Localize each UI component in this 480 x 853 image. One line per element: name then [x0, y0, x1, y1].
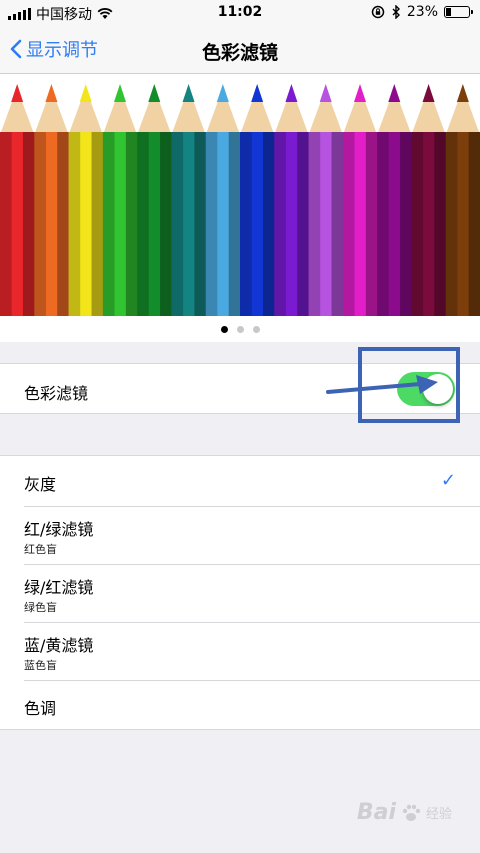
option-green-red[interactable]: 绿/红滤镜 绿色盲 [0, 565, 480, 623]
option-title: 色调 [24, 699, 57, 718]
baidu-watermark: Bai 经验 [357, 800, 452, 825]
nav-bar: 显示调节 色彩滤镜 [0, 26, 480, 74]
option-subtitle: 红色盲 [24, 543, 57, 556]
status-bar: 中国移动 11:02 23% [0, 0, 480, 26]
pencil [240, 84, 275, 316]
page-dot[interactable] [236, 325, 244, 333]
rotation-lock-icon [371, 5, 385, 19]
option-title: 灰度 [24, 475, 57, 494]
checkmark-icon: ✓ [440, 470, 456, 491]
pencil [68, 84, 104, 316]
watermark-suffix: 经验 [425, 807, 452, 822]
option-color-tint[interactable]: 色调 [0, 681, 480, 731]
battery-level [446, 8, 451, 16]
battery-icon [444, 6, 473, 18]
pencil [137, 84, 172, 316]
option-blue-yellow[interactable]: 蓝/黄滤镜 蓝色盲 [0, 623, 480, 681]
pencil [0, 84, 35, 316]
paw-icon [402, 804, 421, 821]
bluetooth-icon [392, 5, 400, 19]
pencil [34, 84, 70, 316]
pencil [102, 84, 138, 316]
option-title: 蓝/黄滤镜 [24, 636, 94, 655]
battery-percent: 23% [406, 4, 438, 20]
page-dot[interactable] [252, 325, 260, 333]
pencil [342, 84, 378, 316]
pencils-illustration [0, 84, 480, 316]
watermark-brand: Bai [356, 800, 396, 825]
color-filter-label: 色彩滤镜 [24, 384, 89, 403]
option-subtitle: 绿色盲 [24, 601, 57, 614]
pencil [274, 84, 310, 316]
pencil [377, 84, 412, 316]
page-dot[interactable] [220, 325, 228, 333]
pencil [205, 84, 241, 316]
color-filter-toggle-row: 色彩滤镜 [0, 363, 480, 414]
filter-preview-image[interactable] [0, 74, 480, 316]
page-title: 色彩滤镜 [201, 42, 278, 64]
option-subtitle: 蓝色盲 [24, 659, 57, 672]
option-title: 红/绿滤镜 [24, 520, 94, 539]
page-indicator[interactable] [0, 316, 480, 342]
option-grayscale[interactable]: 灰度 ✓ [0, 456, 480, 507]
pencil [171, 84, 207, 316]
switch-knob [423, 374, 453, 404]
status-right: 23% [371, 4, 473, 20]
filter-options-list: 灰度 ✓ 红/绿滤镜 红色盲 绿/红滤镜 绿色盲 蓝/黄滤镜 蓝色盲 色调 [0, 455, 480, 730]
color-filter-switch[interactable] [397, 372, 455, 406]
pencil [411, 84, 447, 316]
option-red-green[interactable]: 红/绿滤镜 红色盲 [0, 507, 480, 565]
option-title: 绿/红滤镜 [24, 578, 94, 597]
pencil [445, 84, 480, 316]
pencil [308, 84, 344, 316]
